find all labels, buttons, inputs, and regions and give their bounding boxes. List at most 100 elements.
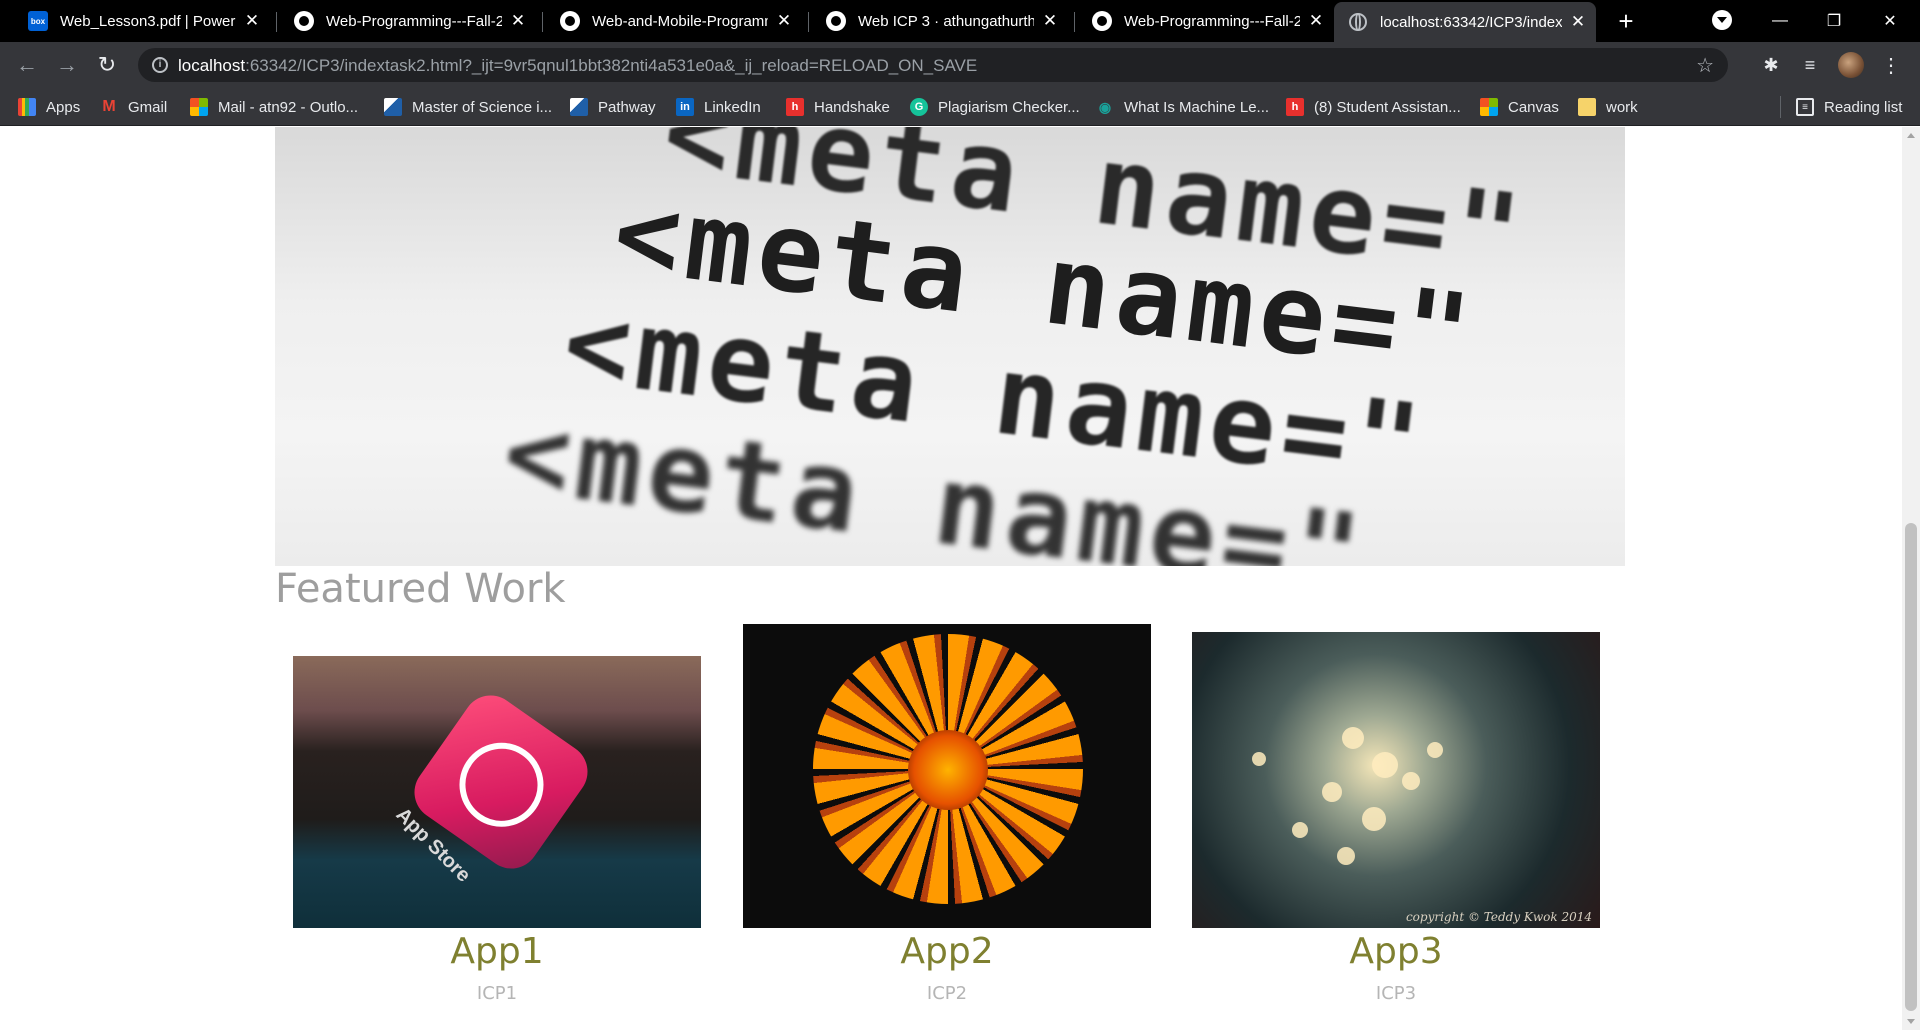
app-store-image[interactable]: App Store — [293, 656, 701, 928]
tab-divider — [276, 12, 277, 32]
bookmarks-divider — [1780, 96, 1781, 118]
media-controls-icon[interactable]: ≡ — [1797, 52, 1823, 78]
menu-kebab-icon[interactable]: ⋮ — [1878, 52, 1904, 78]
bookmark-outlook[interactable]: Mail - atn92 - Outlo... — [190, 97, 358, 117]
bookmark-label: work — [1606, 98, 1638, 116]
github-icon — [294, 11, 314, 31]
umkc-icon — [570, 98, 588, 116]
hero-image: <meta name=" <meta name=" <meta name=" <… — [275, 127, 1625, 566]
bookmark-label: Canvas — [1508, 98, 1559, 116]
close-tab-icon[interactable]: ✕ — [1040, 11, 1060, 31]
bookmark-handshake[interactable]: h Handshake — [786, 97, 890, 117]
reading-list-button[interactable]: ≡ Reading list — [1796, 97, 1902, 117]
tab-5[interactable]: Web-Programming---Fall-20 ✕ — [1078, 0, 1334, 42]
browser-toolbar: ← → ↻ i localhost:63342/ICP3/indextask2.… — [0, 42, 1920, 88]
sunflower-image[interactable] — [743, 624, 1151, 928]
url-text[interactable]: localhost:63342/ICP3/indextask2.html?_ij… — [178, 56, 977, 76]
tab-4[interactable]: Web ICP 3 · athungathurthy ✕ — [812, 0, 1068, 42]
scroll-down-arrow-icon[interactable] — [1907, 1019, 1915, 1024]
tab-6-active[interactable]: localhost:63342/ICP3/index ✕ — [1334, 2, 1596, 42]
box-icon: box — [28, 11, 48, 31]
microsoft-icon — [1480, 98, 1498, 116]
profile-avatar[interactable] — [1838, 52, 1864, 78]
address-bar[interactable]: i localhost:63342/ICP3/indextask2.html?_… — [138, 48, 1728, 82]
work-title[interactable]: App3 — [1192, 931, 1600, 972]
github-icon — [1092, 11, 1112, 31]
page-viewport: <meta name=" <meta name=" <meta name=" <… — [0, 127, 1902, 1030]
bookmark-gmail[interactable]: M Gmail — [100, 97, 167, 117]
tab-title: Web-Programming---Fall-20 — [1124, 12, 1300, 30]
minimize-button[interactable]: — — [1750, 0, 1810, 42]
tab-title: localhost:63342/ICP3/index — [1380, 13, 1562, 31]
bookmark-label: Plagiarism Checker... — [938, 98, 1080, 116]
info-icon[interactable]: i — [152, 57, 168, 73]
tab-3[interactable]: Web-and-Mobile-Programm ✕ — [546, 0, 802, 42]
bookmark-label: LinkedIn — [704, 98, 761, 116]
close-window-button[interactable]: ✕ — [1860, 0, 1920, 42]
bookmark-apps[interactable]: Apps — [18, 97, 80, 117]
bokeh-light — [1372, 752, 1398, 778]
tab-divider — [542, 12, 543, 32]
bookmark-machine-learning[interactable]: ◉ What Is Machine Le... — [1096, 97, 1269, 117]
bookmark-linkedin[interactable]: in LinkedIn — [676, 97, 761, 117]
bookmark-label: Handshake — [814, 98, 890, 116]
new-tab-button[interactable]: + — [1612, 7, 1640, 35]
bokeh-light — [1322, 782, 1342, 802]
bookmark-label: Mail - atn92 - Outlo... — [218, 98, 359, 116]
bookmark-label: (8) Student Assistan... — [1314, 98, 1461, 116]
tab-title: Web-and-Mobile-Programm — [592, 12, 768, 30]
close-tab-icon[interactable]: ✕ — [1568, 12, 1588, 32]
reading-list-icon: ≡ — [1796, 98, 1814, 116]
bookmark-label: Apps — [46, 98, 81, 116]
vertical-scrollbar[interactable] — [1902, 127, 1920, 1030]
tab-2[interactable]: Web-Programming---Fall-20 ✕ — [280, 0, 536, 42]
bokeh-light — [1337, 847, 1355, 865]
gmail-icon: M — [102, 98, 116, 115]
tab-divider — [808, 12, 809, 32]
globe-icon — [1348, 12, 1368, 32]
work-subtitle: ICP1 — [476, 983, 518, 1004]
close-tab-icon[interactable]: ✕ — [508, 11, 528, 31]
apps-grid-icon — [18, 98, 36, 116]
tab-title: Web ICP 3 · athungathurthy — [858, 12, 1034, 30]
back-arrow-icon[interactable]: ← — [12, 50, 42, 80]
bookmark-canvas[interactable]: Canvas — [1480, 97, 1559, 117]
scroll-up-arrow-icon[interactable] — [1907, 133, 1915, 138]
bookmark-label: Pathway — [598, 98, 656, 116]
bookmark-label: Master of Science i... — [412, 98, 553, 116]
image-caption: copyright © Teddy Kwok 2014 — [1405, 910, 1592, 924]
bookmark-work-folder[interactable]: work — [1578, 97, 1638, 117]
github-icon — [826, 11, 846, 31]
bokeh-light — [1292, 822, 1308, 838]
work-title[interactable]: App1 — [293, 931, 701, 972]
bokeh-light — [1342, 727, 1364, 749]
handshake-icon: h — [786, 98, 804, 116]
close-tab-icon[interactable]: ✕ — [1306, 11, 1326, 31]
bookmark-label: Gmail — [128, 98, 168, 116]
work-title[interactable]: App2 — [743, 931, 1151, 972]
featured-work-heading: Featured Work — [275, 566, 566, 612]
flower-center — [908, 730, 988, 810]
bookmark-student-assistant[interactable]: h (8) Student Assistan... — [1286, 97, 1461, 117]
tab-search-icon[interactable] — [1712, 10, 1732, 30]
forward-arrow-icon[interactable]: → — [52, 50, 82, 80]
bookmark-star-icon[interactable]: ☆ — [1696, 53, 1714, 78]
bookmark-master-of-science[interactable]: Master of Science i... — [384, 97, 552, 117]
close-tab-icon[interactable]: ✕ — [242, 11, 262, 31]
tab-1[interactable]: box Web_Lesson3.pdf | Powered ✕ — [14, 0, 270, 42]
umkc-icon — [384, 98, 402, 116]
bokeh-light — [1362, 807, 1386, 831]
close-tab-icon[interactable]: ✕ — [774, 11, 794, 31]
scrollbar-thumb[interactable] — [1905, 523, 1917, 1011]
reading-list-label: Reading list — [1824, 98, 1903, 116]
eye-icon: ◉ — [1098, 98, 1112, 115]
bookmark-plagiarism-checker[interactable]: G Plagiarism Checker... — [910, 97, 1080, 117]
extensions-puzzle-icon[interactable]: ✱ — [1758, 52, 1784, 78]
bokeh-lights-image[interactable]: copyright © Teddy Kwok 2014 — [1192, 632, 1600, 928]
tab-divider — [1074, 12, 1075, 32]
url-path: :63342/ICP3/indextask2.html?_ijt=9vr5qnu… — [245, 56, 978, 75]
bookmark-pathway[interactable]: Pathway — [570, 97, 656, 117]
restore-button[interactable]: ❐ — [1804, 0, 1864, 42]
reload-icon[interactable]: ↻ — [92, 50, 122, 80]
handshake-icon: h — [1286, 98, 1304, 116]
